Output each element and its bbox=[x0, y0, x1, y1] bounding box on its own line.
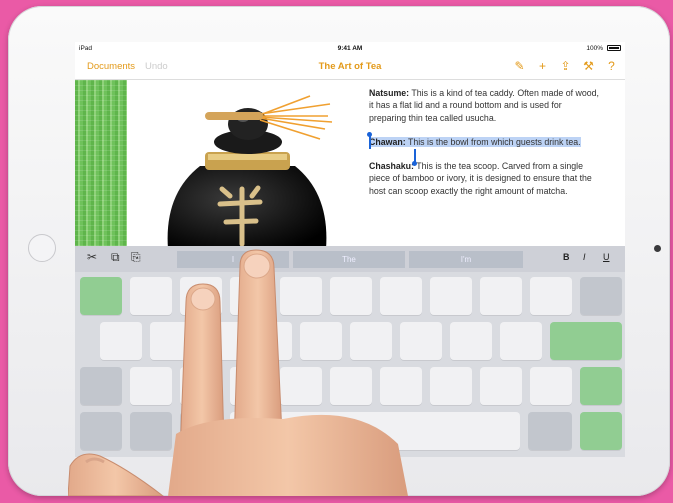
selection-end-handle[interactable] bbox=[412, 149, 417, 166]
prediction-3[interactable]: I'm bbox=[409, 251, 523, 268]
keyboard-key[interactable] bbox=[530, 367, 572, 405]
hand-image bbox=[68, 249, 408, 496]
key-shift-right[interactable] bbox=[580, 367, 622, 405]
battery-icon bbox=[607, 45, 621, 51]
nav-bar: Documents Undo The Art of Tea ✎ + ⇪ ⚒ ? bbox=[75, 55, 625, 80]
term-natsume: Natsume: bbox=[369, 88, 410, 98]
paragraph-natsume: Natsume: This is a kind of tea caddy. Of… bbox=[369, 87, 599, 124]
battery-percent: 100% bbox=[586, 45, 603, 52]
keyboard-key[interactable] bbox=[500, 322, 542, 360]
keyboard-key[interactable] bbox=[480, 367, 522, 405]
term-chawan: Chawan: bbox=[369, 136, 406, 147]
ipad-device: iPad 9:41 AM 100% Documents Undo The Art… bbox=[8, 6, 670, 496]
keyboard-key[interactable] bbox=[480, 277, 522, 315]
keyboard-key[interactable] bbox=[430, 367, 472, 405]
camera-lens bbox=[654, 245, 661, 252]
tea-caddy-image bbox=[167, 95, 333, 249]
status-time: 9:41 AM bbox=[337, 45, 363, 52]
key-hide-keyboard[interactable] bbox=[580, 412, 622, 450]
paragraph-chawan: Chawan: This is the bowl from which gues… bbox=[369, 136, 599, 148]
format-brush-icon[interactable]: ✎ bbox=[512, 58, 527, 74]
nav-toolbar: ✎ + ⇪ ⚒ ? bbox=[512, 58, 619, 74]
keyboard-key[interactable] bbox=[430, 277, 472, 315]
selection-start-handle[interactable] bbox=[367, 132, 372, 149]
italic-button[interactable]: I bbox=[583, 252, 586, 262]
documents-button[interactable]: Documents bbox=[87, 61, 135, 72]
keyboard-key[interactable] bbox=[530, 277, 572, 315]
help-icon[interactable]: ? bbox=[604, 58, 619, 74]
bold-button[interactable]: B bbox=[563, 252, 570, 262]
bamboo-mat-image bbox=[75, 80, 127, 246]
term-chashaku: Chashaku: bbox=[369, 161, 414, 172]
keyboard-key[interactable] bbox=[450, 322, 492, 360]
share-icon[interactable]: ⇪ bbox=[558, 58, 573, 74]
key-delete[interactable] bbox=[580, 277, 622, 315]
underline-button[interactable]: U bbox=[603, 252, 610, 262]
key-numbers-right[interactable] bbox=[528, 412, 572, 450]
wrench-icon[interactable]: ⚒ bbox=[581, 58, 596, 74]
paragraph-chashaku: Chashaku: This is the tea scoop. Carved … bbox=[369, 160, 599, 197]
chawan-definition: This is the bowl from which guests drink… bbox=[405, 136, 581, 147]
document-body[interactable]: Natsume: This is a kind of tea caddy. Of… bbox=[369, 87, 599, 209]
status-bar: iPad 9:41 AM 100% bbox=[75, 42, 625, 55]
selected-text: Chawan: This is the bowl from which gues… bbox=[369, 136, 581, 147]
home-button[interactable] bbox=[28, 234, 56, 262]
undo-button[interactable]: Undo bbox=[145, 61, 168, 72]
key-return[interactable] bbox=[550, 322, 622, 360]
add-icon[interactable]: + bbox=[535, 58, 550, 74]
